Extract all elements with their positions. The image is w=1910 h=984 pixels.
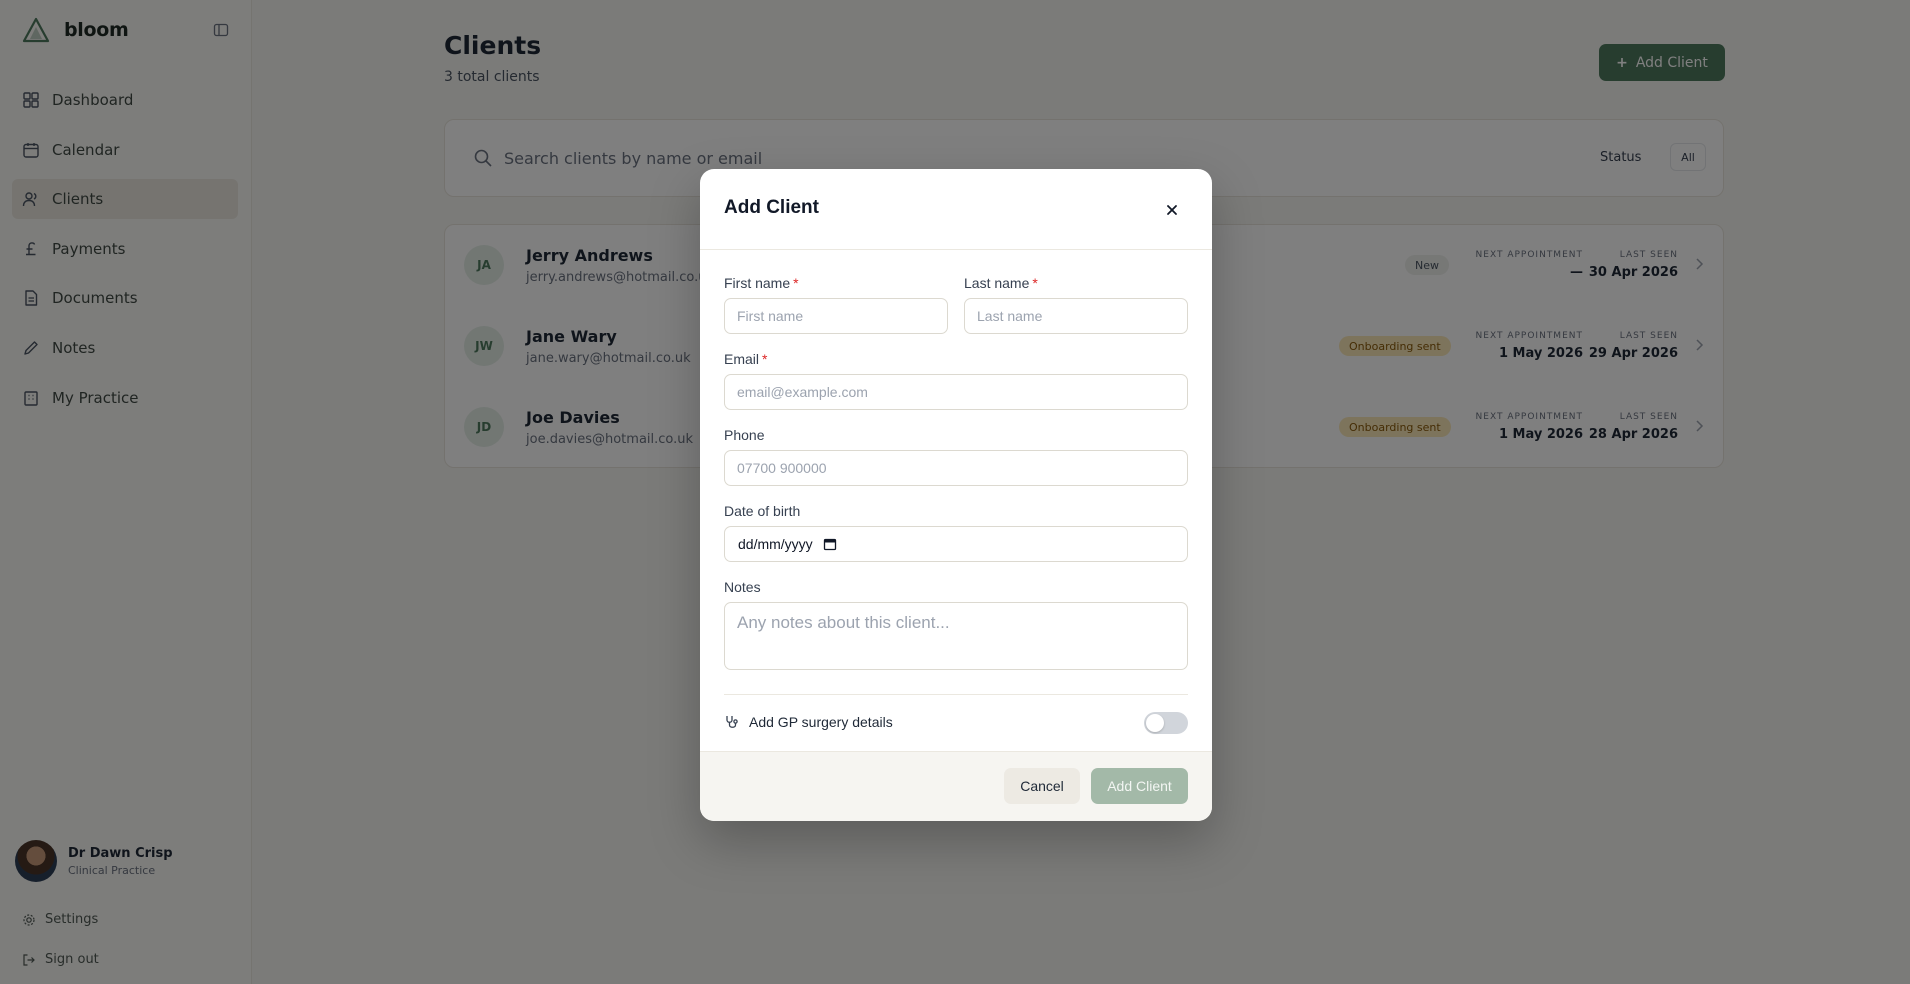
- phone-label: Phone: [724, 427, 765, 443]
- first-name-label-text: First name: [724, 275, 791, 291]
- cancel-button[interactable]: Cancel: [1004, 768, 1080, 804]
- last-name-label: Last name *: [964, 275, 1038, 291]
- required-mark: *: [1032, 275, 1038, 291]
- first-name-field[interactable]: [724, 298, 948, 334]
- last-name-field[interactable]: [964, 298, 1188, 334]
- required-mark: *: [762, 351, 768, 367]
- modal-header: Add Client: [700, 169, 1212, 250]
- notes-field[interactable]: [724, 602, 1188, 670]
- gp-details-row: Add GP surgery details: [724, 705, 1188, 739]
- gp-details-toggle[interactable]: [1144, 712, 1188, 734]
- last-name-label-text: Last name: [964, 275, 1030, 291]
- add-client-modal: Add Client First name* Last name* Email*…: [700, 169, 1212, 821]
- dob-placeholder: dd/mm/yyyy: [738, 536, 813, 552]
- first-name-label: First name *: [724, 275, 799, 291]
- toggle-knob: [1146, 714, 1164, 732]
- close-icon: [1167, 205, 1177, 215]
- gp-details-label: Add GP surgery details: [749, 714, 893, 730]
- email-field[interactable]: [724, 374, 1188, 410]
- email-label: Email *: [724, 351, 767, 367]
- modal-footer: Cancel Add Client: [700, 751, 1212, 821]
- dob-label: Date of birth: [724, 503, 801, 519]
- close-button[interactable]: [1158, 196, 1186, 224]
- modal-title: Add Client: [724, 197, 819, 218]
- notes-label: Notes: [724, 579, 761, 595]
- divider: [724, 694, 1188, 695]
- calendar-icon[interactable]: [823, 537, 837, 551]
- submit-add-client-button[interactable]: Add Client: [1091, 768, 1188, 804]
- email-label-text: Email: [724, 351, 760, 367]
- required-mark: *: [793, 275, 799, 291]
- phone-field[interactable]: [724, 450, 1188, 486]
- stethoscope-icon: [726, 716, 738, 728]
- dob-field[interactable]: dd/mm/yyyy: [724, 526, 1188, 562]
